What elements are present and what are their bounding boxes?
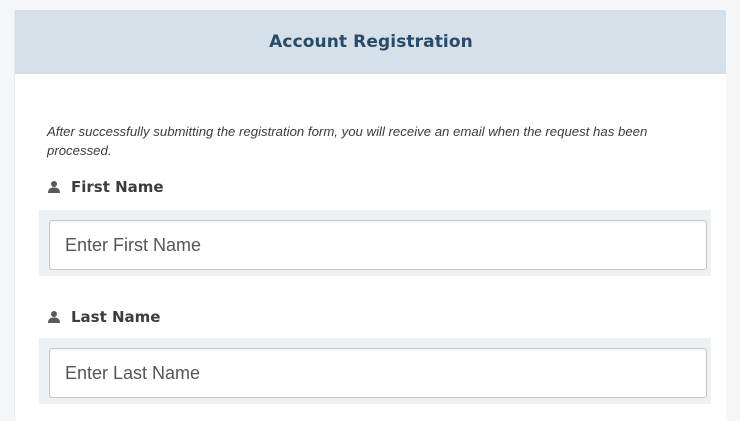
page-background: Account Registration After successfully … <box>0 0 740 421</box>
intro-text: After successfully submitting the regist… <box>47 124 648 158</box>
last-name-input[interactable] <box>49 348 707 398</box>
first-name-well <box>39 210 711 276</box>
last-name-label: Last Name <box>47 308 160 326</box>
user-icon <box>48 311 60 323</box>
last-name-well <box>39 338 711 404</box>
first-name-label-text: First Name <box>71 178 164 196</box>
panel-title: Account Registration <box>269 32 473 52</box>
user-icon <box>48 181 60 193</box>
panel-header: Account Registration <box>15 10 727 74</box>
right-gutter <box>726 0 740 421</box>
last-name-label-text: Last Name <box>71 308 161 326</box>
first-name-label: First Name <box>47 178 164 196</box>
first-name-input[interactable] <box>49 220 707 270</box>
registration-panel: Account Registration After successfully … <box>14 10 728 421</box>
